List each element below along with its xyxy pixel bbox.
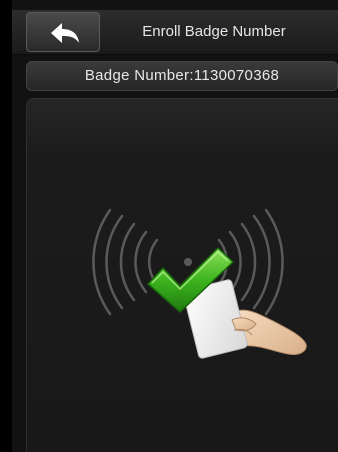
enroll-illustration (92, 208, 307, 359)
